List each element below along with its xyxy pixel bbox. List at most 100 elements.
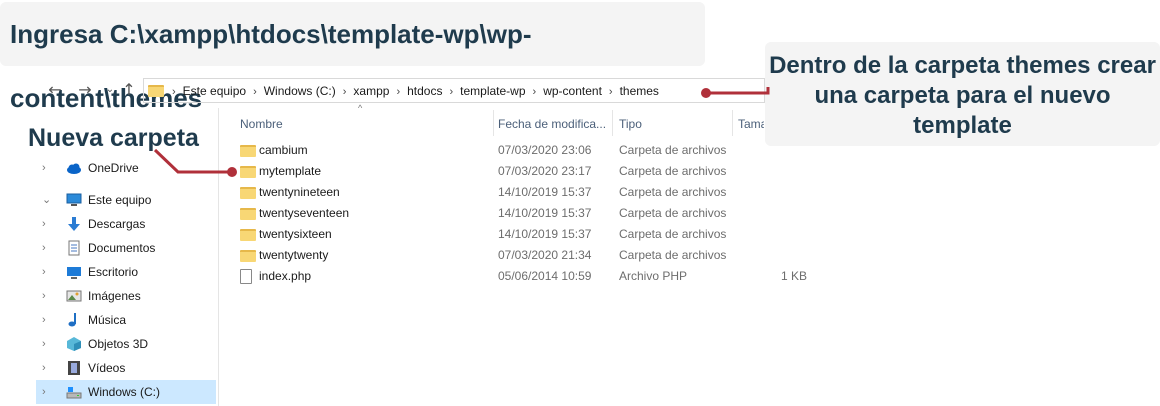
address-bar[interactable]: › Este equipo › Windows (C:) › xampp › htdocs › t… (143, 78, 765, 103)
column-divider[interactable] (732, 110, 733, 136)
video-icon (66, 360, 82, 376)
chevron-right-icon[interactable]: › (42, 236, 46, 260)
sidebar-item-label: Documentos (88, 241, 156, 255)
download-icon (66, 216, 82, 232)
sidebar-item-este-equipo[interactable]: ⌄ Este equipo (36, 188, 216, 212)
forward-button[interactable]: → (75, 80, 95, 100)
breadcrumb-item[interactable]: xampp (353, 84, 389, 98)
file-date: 14/10/2019 15:37 (498, 185, 592, 199)
breadcrumb-separator-icon[interactable]: › (396, 86, 400, 98)
folder-icon (148, 84, 164, 97)
column-divider[interactable] (612, 110, 613, 136)
file-type: Carpeta de archivos (619, 185, 727, 199)
file-date: 14/10/2019 15:37 (498, 227, 592, 241)
file-type: Archivo PHP (619, 269, 688, 283)
sidebar-item-label: Escritorio (88, 265, 139, 279)
breadcrumb-separator-icon[interactable]: › (172, 86, 176, 98)
file-row[interactable]: cambium 07/03/2020 23:06 Carpeta de archiv… (236, 140, 816, 161)
file-row[interactable]: twentysixteen 14/10/2019 15:37 Carpeta de … (236, 224, 816, 245)
sidebar-item-onedrive[interactable]: › OneDrive (36, 156, 216, 180)
chevron-right-icon[interactable]: › (42, 284, 46, 308)
file-date: 14/10/2019 15:37 (498, 206, 592, 220)
sidebar-item-label: OneDrive (88, 161, 139, 175)
cube-icon (66, 336, 82, 352)
pane-divider[interactable] (218, 108, 219, 406)
sidebar-item-label: Objetos 3D (88, 337, 149, 351)
sidebar-item-im-genes[interactable]: › Imágenes (36, 284, 216, 308)
file-name: index.php (259, 269, 312, 283)
breadcrumb-separator-icon[interactable]: › (533, 86, 537, 98)
sidebar-item-windows-c[interactable]: › Windows (C:) (36, 380, 216, 404)
sidebar-item-label: Imágenes (88, 289, 141, 303)
chevron-right-icon[interactable]: › (42, 156, 46, 180)
file-name: twentyseventeen (259, 206, 350, 220)
file-date: 05/06/2014 10:59 (498, 269, 592, 283)
music-icon (66, 312, 82, 328)
sidebar-item-m-sica[interactable]: › Música (36, 308, 216, 332)
breadcrumb: › Este equipo › Windows (C:) › xampp › htdocs › t… (164, 84, 666, 98)
file-row[interactable]: twentynineteen 14/10/2019 15:37 Carpeta de… (236, 182, 816, 203)
chevron-right-icon[interactable]: › (42, 260, 46, 284)
file-type: Carpeta de archivos (619, 164, 727, 178)
file-date: 07/03/2020 23:06 (498, 143, 592, 157)
breadcrumb-item[interactable]: template-wp (460, 84, 525, 98)
file-date: 07/03/2020 21:34 (498, 248, 592, 262)
file-type: Carpeta de archivos (619, 227, 727, 241)
sidebar-item-descargas[interactable]: › Descargas (36, 212, 216, 236)
column-header-type[interactable]: Tipo (615, 112, 732, 136)
breadcrumb-item[interactable]: Este equipo (183, 84, 246, 98)
breadcrumb-item[interactable]: themes (620, 84, 659, 98)
breadcrumb-item[interactable]: Windows (C:) (264, 84, 336, 98)
chevron-right-icon[interactable]: › (42, 380, 46, 404)
file-row[interactable]: index.php 05/06/2014 10:59 Archivo PHP 1 KB (236, 266, 816, 287)
column-header-date[interactable]: Fecha de modifica... (494, 112, 612, 136)
file-row[interactable]: mytemplate 07/03/2020 23:17 Carpeta de arc… (236, 161, 816, 182)
recent-locations-button[interactable]: ⌄ (100, 80, 120, 100)
breadcrumb-item[interactable]: wp-content (543, 84, 602, 98)
arrow-up-icon: ↑ (122, 80, 136, 99)
file-date: 07/03/2020 23:17 (498, 164, 592, 178)
sidebar-item-label: Este equipo (88, 193, 152, 207)
arrow-right-icon: → (78, 80, 92, 99)
file-name: twentytwenty (259, 248, 329, 262)
breadcrumb-separator-icon[interactable]: › (343, 86, 347, 98)
file-row[interactable]: twentytwenty 07/03/2020 21:34 Carpeta de a… (236, 245, 816, 266)
file-name: twentynineteen (259, 185, 340, 199)
breadcrumb-separator-icon[interactable]: › (609, 86, 613, 98)
sidebar-item-label: Música (88, 313, 127, 327)
instruction-callout-themes: Dentro de la carpeta themes crear una ca… (765, 42, 1160, 146)
file-name: twentysixteen (259, 227, 332, 241)
instruction-callout-new-folder: Nueva carpeta (28, 124, 199, 152)
chevron-right-icon[interactable]: › (42, 308, 46, 332)
column-header-size[interactable]: Tama (734, 112, 764, 136)
sidebar-item-label: Vídeos (88, 361, 126, 375)
file-name: mytemplate (259, 164, 322, 178)
drive-icon (66, 384, 82, 400)
sidebar-item-label: Descargas (88, 217, 146, 231)
breadcrumb-item[interactable]: htdocs (407, 84, 442, 98)
computer-icon (66, 192, 82, 208)
file-icon (240, 269, 252, 291)
chevron-down-icon[interactable]: ⌄ (42, 188, 51, 212)
arrow-left-icon: ← (48, 80, 62, 99)
desktop-icon (66, 264, 82, 280)
file-type: Carpeta de archivos (619, 143, 727, 157)
breadcrumb-separator-icon[interactable]: › (449, 86, 453, 98)
sidebar-item-v-deos[interactable]: › Vídeos (36, 356, 216, 380)
file-row[interactable]: twentyseventeen 14/10/2019 15:37 Carpeta d… (236, 203, 816, 224)
sidebar-item-escritorio[interactable]: › Escritorio (36, 260, 216, 284)
sidebar-item-documentos[interactable]: › Documentos (36, 236, 216, 260)
sidebar-item-objetos-3d[interactable]: › Objetos 3D (36, 332, 216, 356)
file-size: 1 KB (781, 269, 808, 283)
up-button[interactable]: ↑ (119, 80, 139, 100)
chevron-right-icon[interactable]: › (42, 356, 46, 380)
image-icon (66, 288, 82, 304)
file-type: Carpeta de archivos (619, 248, 727, 262)
breadcrumb-separator-icon[interactable]: › (253, 86, 257, 98)
column-header-name[interactable]: Nombre (236, 112, 492, 136)
sidebar-item-label: Windows (C:) (88, 385, 161, 399)
chevron-right-icon[interactable]: › (42, 332, 46, 356)
back-button[interactable]: ← (45, 80, 65, 100)
document-icon (66, 240, 82, 256)
chevron-right-icon[interactable]: › (42, 212, 46, 236)
